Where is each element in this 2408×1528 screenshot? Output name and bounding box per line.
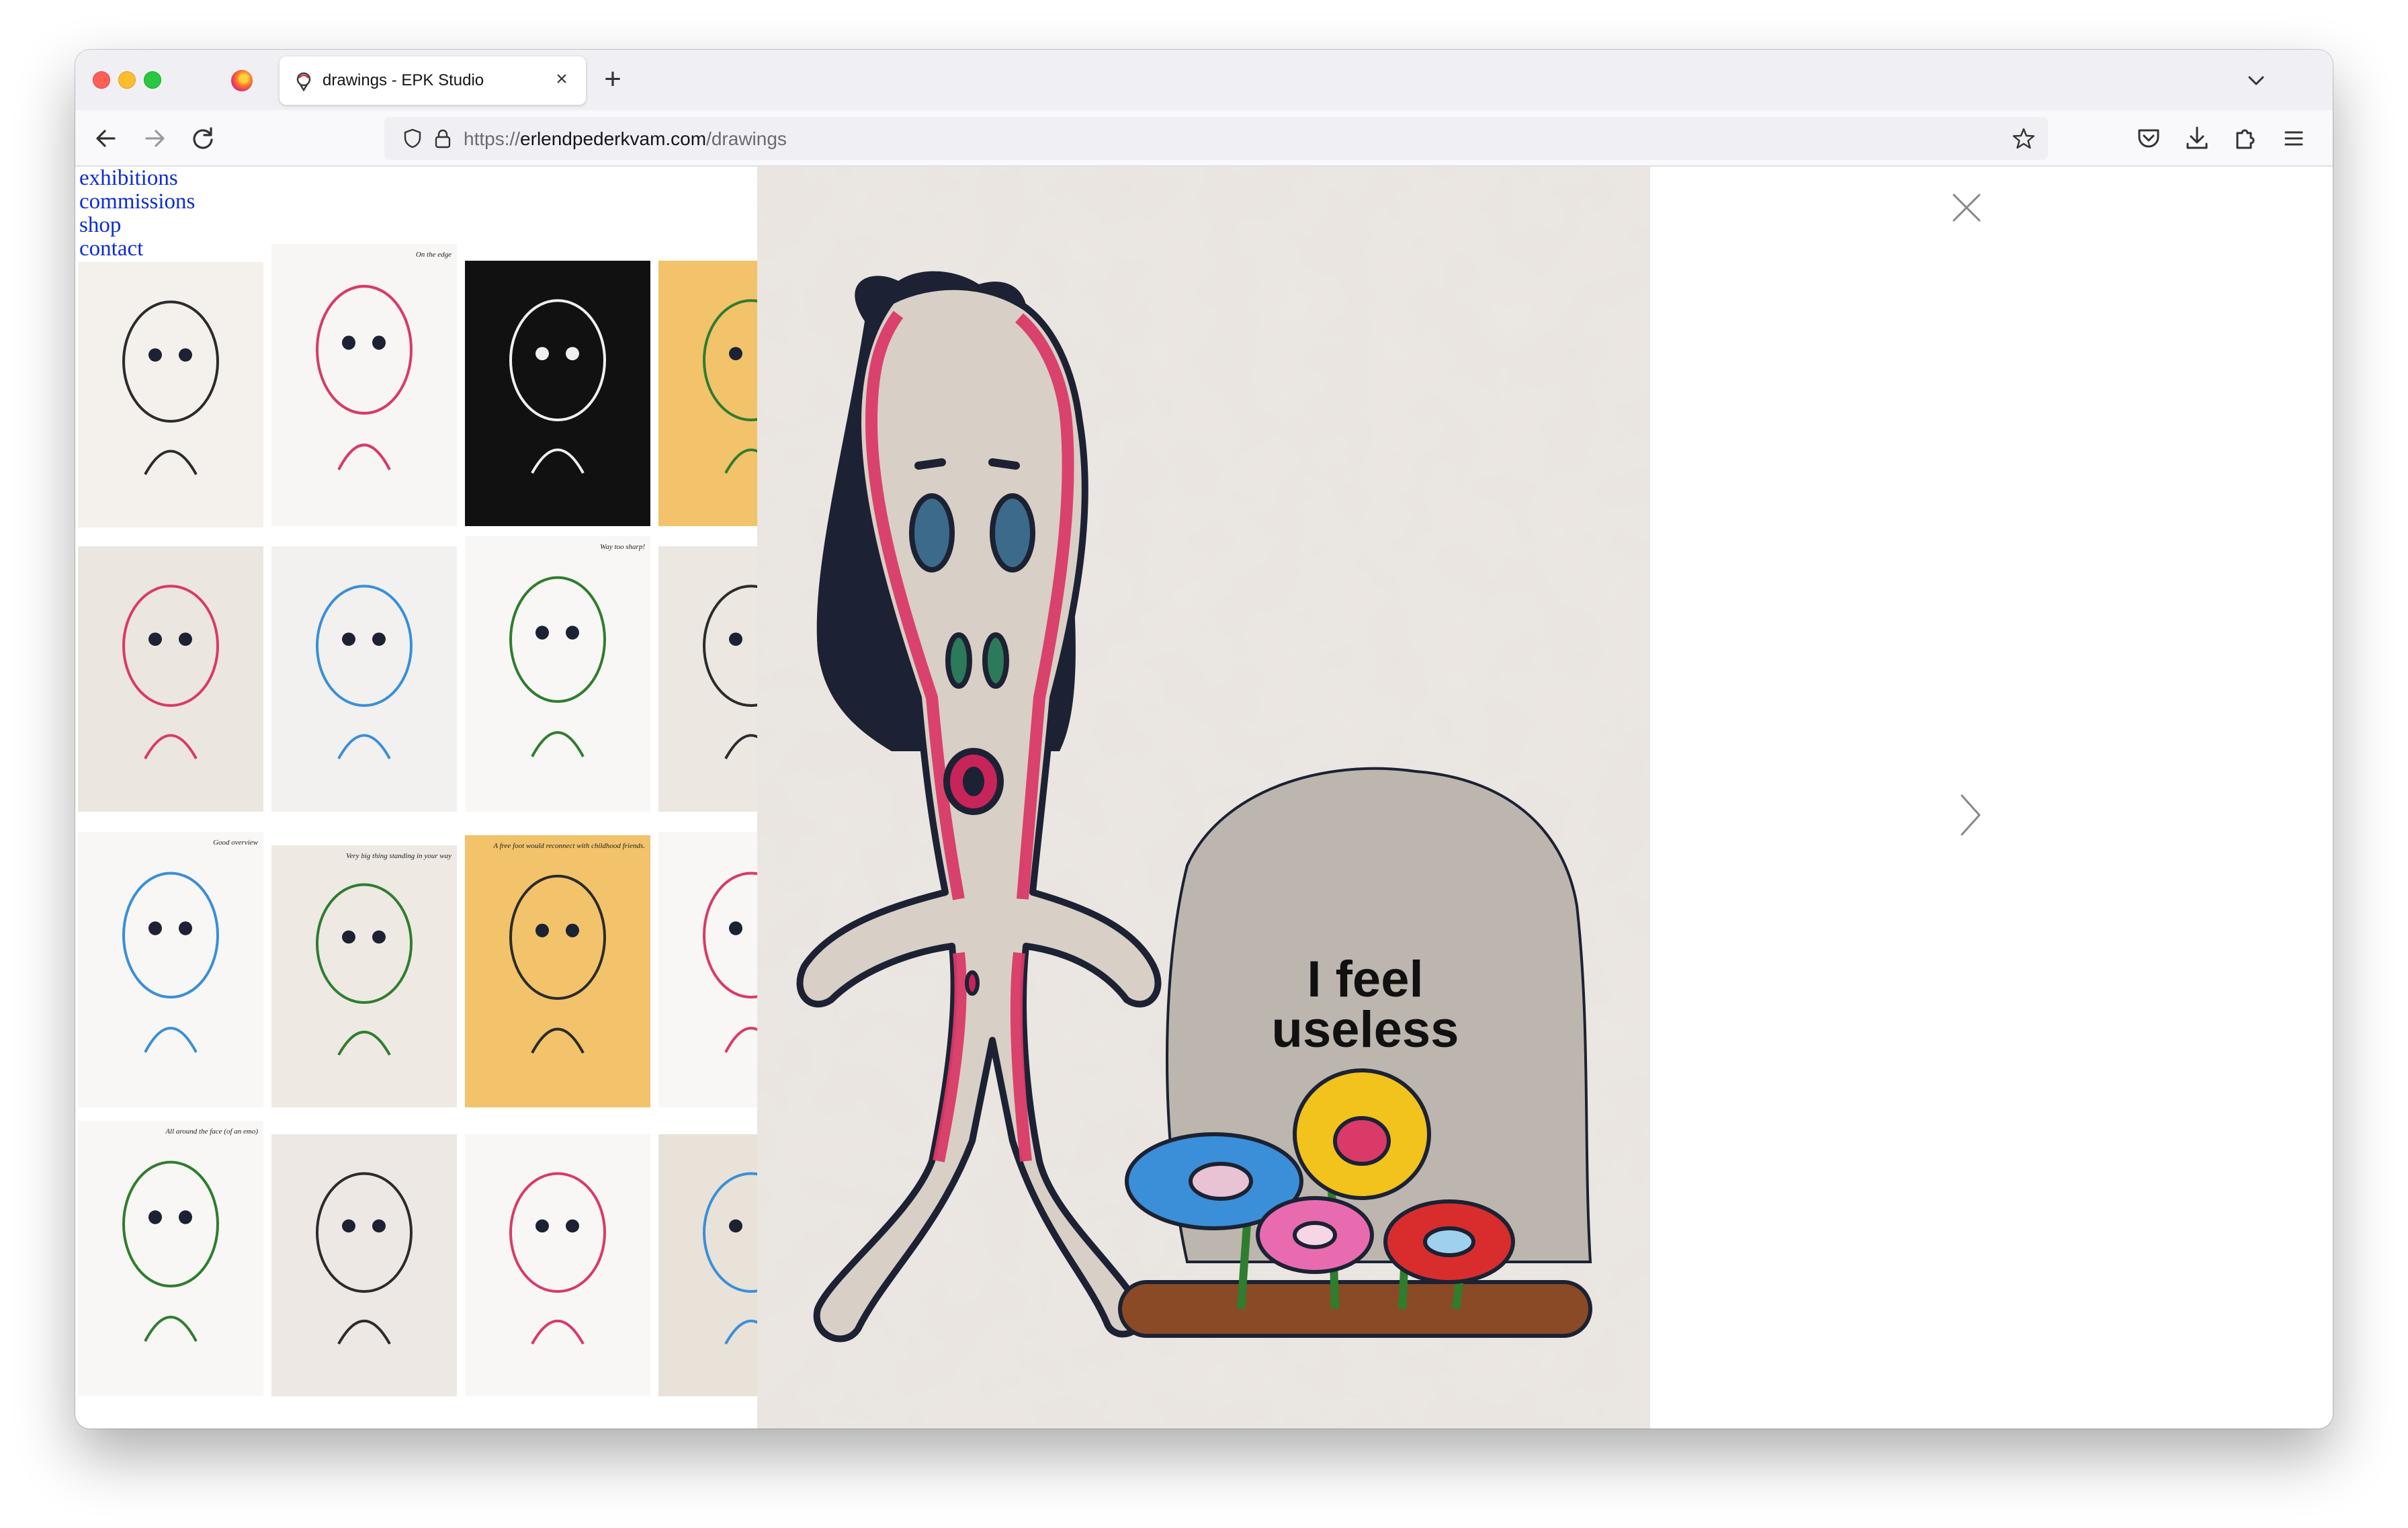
drawing-thumbnail[interactable]: Way too sharp!: [465, 536, 650, 812]
chevron-right-icon[interactable]: [1956, 792, 1983, 839]
drawing-thumbnail[interactable]: Very big thing standing in your way: [271, 845, 457, 1107]
site-favicon-icon: [296, 72, 311, 91]
drawing-thumbnail[interactable]: On the edge: [271, 244, 457, 526]
lightbox-image[interactable]: I feel useless: [757, 167, 1650, 1429]
nav-link-commissions[interactable]: commissions: [79, 190, 195, 214]
reload-icon[interactable]: [185, 121, 220, 156]
drawing-thumbnail[interactable]: Good overview: [78, 832, 263, 1107]
drawing-thumbnail[interactable]: [465, 261, 650, 526]
back-arrow-icon[interactable]: [89, 121, 124, 156]
tombstone-text-line2: useless: [1272, 1001, 1459, 1058]
close-icon[interactable]: [1950, 191, 1983, 224]
nav-link-exhibitions[interactable]: exhibitions: [79, 167, 195, 190]
download-icon[interactable]: [2180, 121, 2214, 156]
tab-bar: drawings - EPK Studio × +: [75, 50, 2333, 110]
thumbnail-caption: Way too sharp!: [600, 543, 645, 551]
address-bar[interactable]: https://erlendpederkvam.com/drawings: [384, 117, 2048, 160]
drawing-i-feel-useless: I feel useless: [757, 167, 1650, 1429]
tab-drawings[interactable]: drawings - EPK Studio ×: [280, 56, 586, 105]
browser-window: drawings - EPK Studio × + https://erlend…: [75, 50, 2333, 1429]
nav-link-contact[interactable]: contact: [79, 237, 195, 261]
minimize-window-button[interactable]: [118, 71, 136, 89]
drawing-thumbnail[interactable]: A free foot would reconnect with childho…: [465, 835, 650, 1107]
bookmark-star-icon[interactable]: [2012, 126, 2036, 151]
forward-arrow-icon[interactable]: [137, 121, 172, 156]
drawing-thumbnail[interactable]: All around the face (of an emo): [78, 1121, 263, 1396]
drawing-thumbnail[interactable]: [465, 1134, 650, 1396]
thumbnail-caption: On the edge: [415, 251, 452, 259]
site-navigation: exhibitions commissions shop contact: [79, 167, 195, 261]
menu-icon[interactable]: [2276, 121, 2311, 156]
url-text[interactable]: https://erlendpederkvam.com/drawings: [464, 128, 787, 150]
nav-link-shop[interactable]: shop: [79, 214, 195, 237]
extensions-icon[interactable]: [2228, 121, 2263, 156]
zoom-window-button[interactable]: [144, 71, 161, 89]
lock-icon[interactable]: [433, 128, 453, 149]
thumbnail-caption: Very big thing standing in your way: [345, 852, 452, 860]
drawing-thumbnail[interactable]: [271, 546, 457, 812]
drawing-thumbnail[interactable]: [78, 262, 263, 527]
page-content: exhibitions commissions shop contact On …: [75, 167, 2333, 1429]
new-tab-button[interactable]: +: [594, 62, 632, 99]
close-tab-icon[interactable]: ×: [550, 67, 574, 91]
navigation-toolbar: https://erlendpederkvam.com/drawings: [75, 110, 2333, 167]
thumbnail-caption: A free foot would reconnect with childho…: [493, 842, 645, 850]
thumbnail-caption: All around the face (of an emo): [165, 1128, 258, 1136]
tab-title: drawings - EPK Studio: [322, 71, 484, 89]
thumbnail-caption: Good overview: [213, 839, 258, 847]
pocket-icon[interactable]: [2131, 121, 2166, 156]
shield-icon[interactable]: [402, 128, 423, 149]
drawing-thumbnail[interactable]: [78, 546, 263, 812]
chevron-down-icon[interactable]: [2240, 65, 2272, 97]
drawing-thumbnail[interactable]: [271, 1134, 457, 1396]
firefox-view-icon[interactable]: [231, 70, 253, 91]
tombstone-text-line1: I feel: [1307, 951, 1423, 1008]
close-window-button[interactable]: [93, 71, 110, 89]
